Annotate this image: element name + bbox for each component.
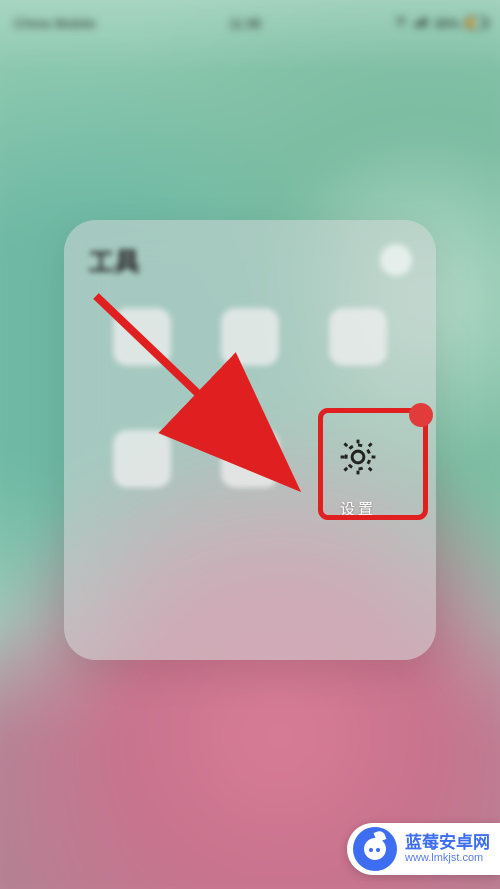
watermark-text: 蓝莓安卓网 www.lmkjst.com [405, 833, 490, 865]
settings-icon [329, 430, 387, 488]
watermark-title: 蓝莓安卓网 [405, 833, 490, 853]
folder-header: 工具 [88, 238, 412, 282]
app-icon [113, 430, 171, 488]
site-watermark: 蓝莓安卓网 www.lmkjst.com [347, 823, 500, 875]
battery-percent: 36% [434, 16, 460, 31]
watermark-logo-icon [353, 827, 397, 871]
homescreen-folder: 工具 [64, 220, 436, 660]
folder-app-4[interactable] [92, 426, 192, 546]
app-icon [221, 430, 279, 488]
folder-app-3[interactable] [308, 304, 408, 424]
wifi-icon [394, 16, 408, 31]
status-bar: China Mobile 11:38 36% [0, 0, 500, 38]
status-right: 36% [394, 16, 486, 31]
battery-icon [466, 17, 486, 29]
folder-app-1[interactable] [92, 304, 192, 424]
app-icon [221, 308, 279, 366]
gear-icon [336, 435, 380, 484]
status-carrier: China Mobile [14, 16, 96, 31]
folder-menu-button[interactable] [380, 244, 412, 276]
app-icon [329, 308, 387, 366]
signal-icon [414, 16, 428, 31]
folder-app-2[interactable] [200, 304, 300, 424]
app-icon [113, 308, 171, 366]
folder-grid: 设置 [88, 304, 412, 546]
folder-app-settings[interactable]: 设置 [308, 426, 408, 546]
watermark-url: www.lmkjst.com [405, 852, 490, 865]
status-time: 11:38 [96, 16, 394, 31]
folder-title[interactable]: 工具 [88, 242, 140, 279]
app-label-settings: 设置 [340, 498, 376, 519]
folder-app-5[interactable] [200, 426, 300, 546]
